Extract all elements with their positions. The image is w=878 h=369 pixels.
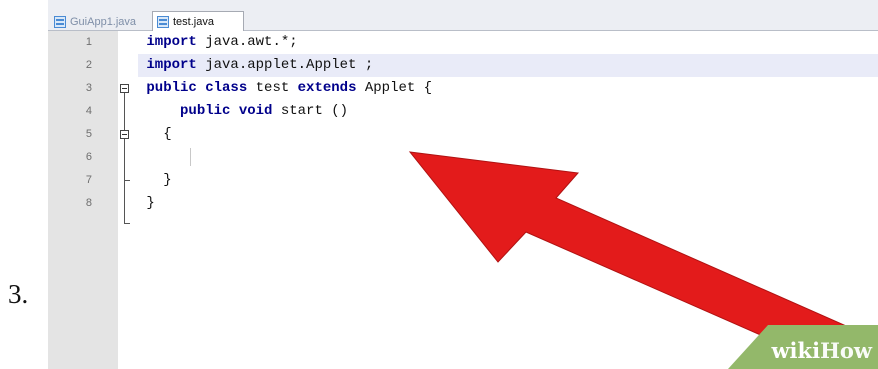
- watermark-text: wiki: [771, 338, 821, 363]
- wikihow-watermark: wikiHow: [728, 325, 878, 369]
- step-number: 3.: [8, 279, 29, 309]
- red-arrow-annotation: [408, 151, 878, 369]
- watermark-text: How: [820, 338, 872, 363]
- editor-screenshot: GuiApp1.java test.java 1 2 3 4 5 6 7 8 i…: [48, 0, 878, 369]
